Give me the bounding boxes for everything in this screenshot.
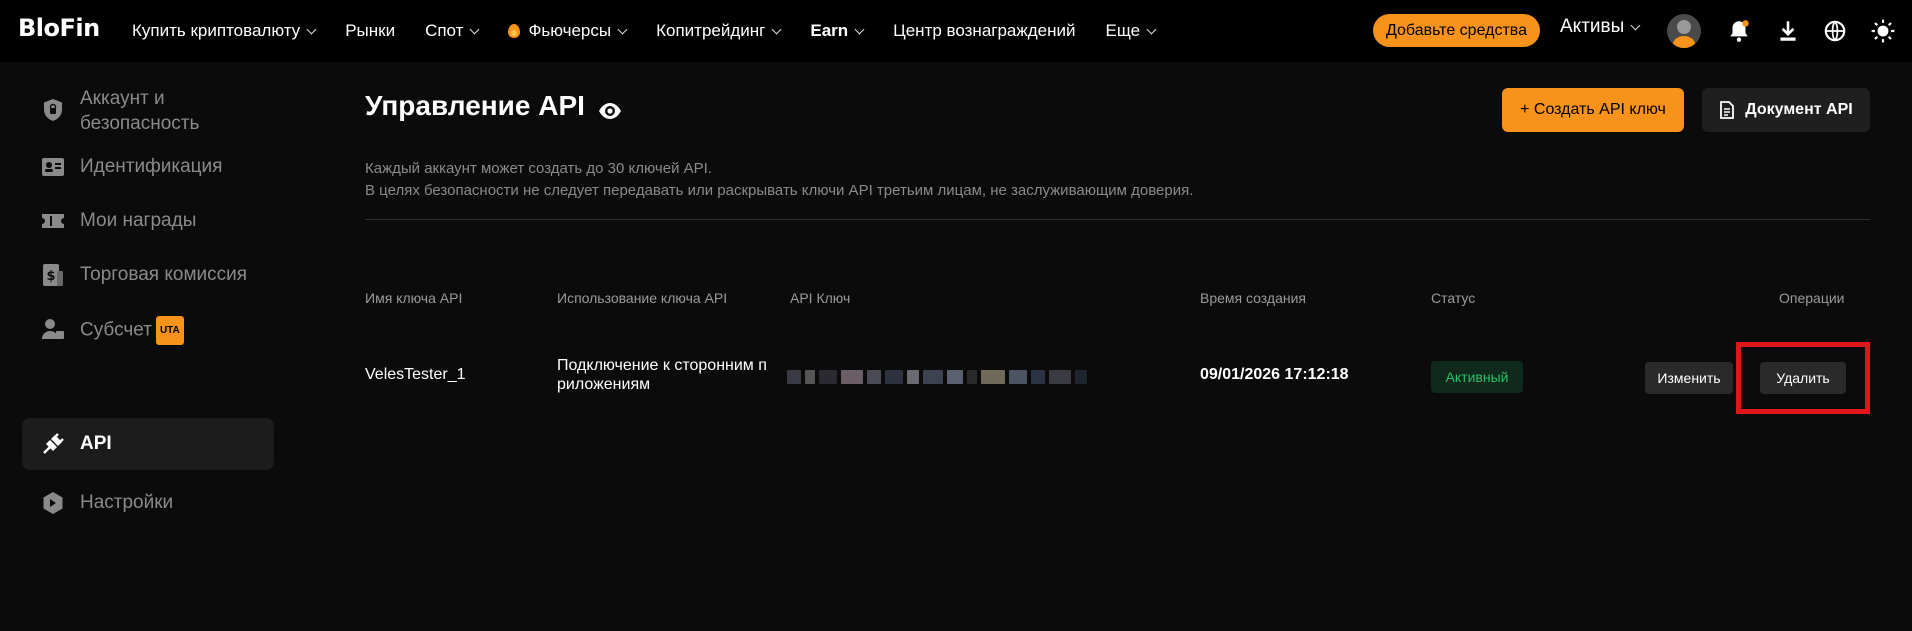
column-header-name: Имя ключа API [365,290,463,306]
status-badge: Активный [1431,361,1523,393]
sidebar-item-label: Мои награды [80,210,197,231]
nav-rewards-center[interactable]: Центр вознаграждений [893,21,1075,41]
api-key-usage: Подключение к сторонним п риложениям [557,357,767,393]
api-docs-button[interactable]: Документ API [1702,88,1870,132]
nav-buy-crypto[interactable]: Купить криптовалюту [132,21,317,41]
page-title: Управление API [365,90,585,121]
deposit-button[interactable]: Добавьте средства [1373,14,1540,47]
chevron-down-icon [617,24,628,34]
assets-label: Активы [1560,16,1625,37]
nav-spot[interactable]: Спот [425,21,480,41]
sidebar-item-api[interactable]: API [22,418,274,470]
description-line: В целях безопасности не следует передава… [365,182,1194,199]
user-avatar[interactable] [1667,14,1701,48]
svg-text:$: $ [46,269,55,284]
sidebar-item-subaccount[interactable]: Субсчет UTA [22,304,274,354]
chevron-down-icon [771,24,782,34]
create-api-key-button[interactable]: + Создать API ключ [1502,88,1684,132]
fire-icon [508,24,521,38]
sidebar-item-label: Идентификация [80,156,223,177]
nav-label: Рынки [345,21,396,40]
download-icon[interactable] [1775,18,1801,44]
nav-label: Копитрейдинг [656,21,766,40]
api-docs-label: Документ API [1745,101,1853,118]
document-icon [1720,101,1735,119]
chevron-down-icon [306,24,317,34]
sidebar-item-verification[interactable]: Идентификация [22,142,274,192]
edit-button[interactable]: Изменить [1645,362,1733,394]
ticket-icon [40,208,66,234]
subaccount-icon [40,316,66,342]
api-key-created-time: 09/01/2026 17:12:18 [1200,366,1349,383]
globe-icon[interactable] [1822,18,1848,44]
brand-logo[interactable]: BloFin [18,14,100,42]
plug-icon [40,431,66,457]
assets-menu[interactable]: Активы [1560,16,1641,38]
uta-badge: UTA [155,316,184,345]
chevron-down-icon [469,24,480,34]
sidebar-item-label: Субсчет UTA [80,316,184,345]
top-navigation-bar: BloFin Купить криптовалюту Рынки Спот Фь… [0,0,1912,62]
fee-icon: $ [40,262,66,288]
nav-label: Спот [425,21,464,40]
nav-more[interactable]: Еще [1105,21,1157,41]
nav-label: Купить криптовалюту [132,21,301,40]
sidebar-item-label: API [80,433,112,454]
bell-icon[interactable] [1726,18,1752,44]
divider [365,219,1870,220]
sidebar-item-label: Аккаунт и безопасность [80,88,200,134]
sidebar-item-trading-fee[interactable]: $ Торговая комиссия [22,250,274,300]
sidebar-item-label: Торговая комиссия [80,264,248,285]
api-key-name: VelesTester_1 [365,366,466,383]
sun-icon[interactable] [1870,18,1896,44]
sidebar-item-text: Субсчет [80,319,152,341]
nav-label: Earn [810,21,849,40]
column-header-created: Время создания [1200,290,1306,306]
nav-futures[interactable]: Фьючерсы [508,21,628,41]
id-card-icon [40,154,66,180]
chevron-down-icon [854,24,865,34]
settings-icon [40,490,66,516]
main-nav: Купить криптовалюту Рынки Спот Фьючерсы … [132,0,1185,62]
sidebar-item-account-security[interactable]: Аккаунт и безопасность [22,84,274,136]
nav-label: Фьючерсы [528,21,612,40]
shield-icon [40,97,66,123]
delete-button[interactable]: Удалить [1760,362,1846,394]
sidebar-item-label: Настройки [80,492,174,513]
nav-label: Центр вознаграждений [893,21,1076,40]
column-header-usage: Использование ключа API [557,290,728,306]
nav-label: Еще [1105,21,1141,40]
sidebar-item-rewards[interactable]: Мои награды [22,196,274,246]
sidebar-item-settings[interactable]: Настройки [22,478,274,528]
description-line: Каждый аккаунт может создать до 30 ключе… [365,160,712,177]
nav-markets[interactable]: Рынки [345,21,395,41]
column-header-operations: Операции [1779,290,1845,306]
chevron-down-icon [1630,20,1641,30]
api-description: Каждый аккаунт может создать до 30 ключе… [365,158,1193,202]
masked-api-key [787,370,1092,384]
eye-icon[interactable] [597,98,623,124]
nav-earn[interactable]: Earn [810,21,865,41]
nav-copy-trading[interactable]: Копитрейдинг [656,21,782,41]
chevron-down-icon [1146,24,1157,34]
column-header-key: API Ключ [790,290,851,306]
column-header-status: Статус [1431,290,1476,306]
